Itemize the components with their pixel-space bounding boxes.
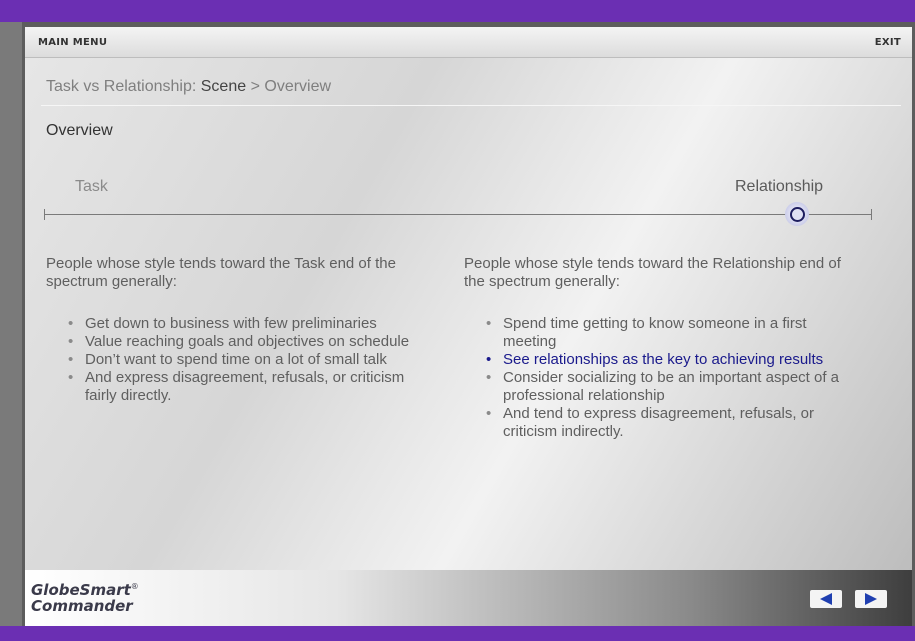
bottom-accent-bar <box>0 626 915 641</box>
list-item: And express disagreement, refusals, or c… <box>68 369 426 405</box>
next-button[interactable] <box>855 590 887 608</box>
spectrum-marker-handle[interactable] <box>785 202 810 226</box>
breadcrumb-page: Overview <box>264 78 332 95</box>
arrow-right-icon <box>865 593 877 605</box>
spectrum-cap-left <box>44 209 45 220</box>
previous-button[interactable] <box>810 590 842 608</box>
list-item: Get down to business with few preliminar… <box>68 315 426 333</box>
section-title: Overview <box>46 122 113 139</box>
spectrum-scale <box>44 208 872 220</box>
marker-ring-icon <box>790 207 806 222</box>
spectrum-cap-right <box>871 209 872 220</box>
task-intro: People whose style tends toward the Task… <box>46 255 396 290</box>
task-bullet-list: Get down to business with few preliminar… <box>46 315 426 405</box>
relationship-bullet-list: Spend time getting to know someone in a … <box>464 315 844 441</box>
relationship-intro: People whose style tends toward the Rela… <box>464 255 841 290</box>
list-item: Consider socializing to be an important … <box>486 369 844 405</box>
spectrum-line <box>44 214 872 215</box>
divider <box>41 105 901 106</box>
exit-link[interactable]: EXIT <box>875 37 901 48</box>
logo-line2: Commander <box>31 597 133 615</box>
task-column: People whose style tends toward the Task… <box>46 255 426 405</box>
breadcrumb-scene: Scene <box>200 78 247 95</box>
breadcrumb-course: Task vs Relationship: <box>46 78 197 95</box>
breadcrumb-separator: > <box>250 78 260 95</box>
breadcrumb: Task vs Relationship: Scene > Overview <box>46 78 331 96</box>
top-menu-bar: MAIN MENU EXIT <box>25 27 912 58</box>
list-item: And tend to express disagreement, refusa… <box>486 405 844 441</box>
globesmart-commander-logo: GlobeSmart® Commander <box>31 579 139 614</box>
arrow-left-icon <box>820 593 832 605</box>
relationship-column: People whose style tends toward the Rela… <box>464 255 844 441</box>
logo-registered-mark: ® <box>130 582 139 591</box>
list-item: Value reaching goals and objectives on s… <box>68 333 426 351</box>
list-item: Don’t want to spend time on a lot of sma… <box>68 351 426 369</box>
content-panel: Task vs Relationship: Scene > Overview O… <box>25 58 912 570</box>
main-menu-link[interactable]: MAIN MENU <box>38 37 107 48</box>
spectrum-label-relationship: Relationship <box>735 178 824 195</box>
list-item: Spend time getting to know someone in a … <box>486 315 844 351</box>
spectrum-label-task: Task <box>75 178 108 195</box>
footer-bar: GlobeSmart® Commander <box>25 570 912 626</box>
list-item-highlighted: See relationships as the key to achievin… <box>486 351 844 369</box>
top-accent-bar <box>0 0 915 22</box>
